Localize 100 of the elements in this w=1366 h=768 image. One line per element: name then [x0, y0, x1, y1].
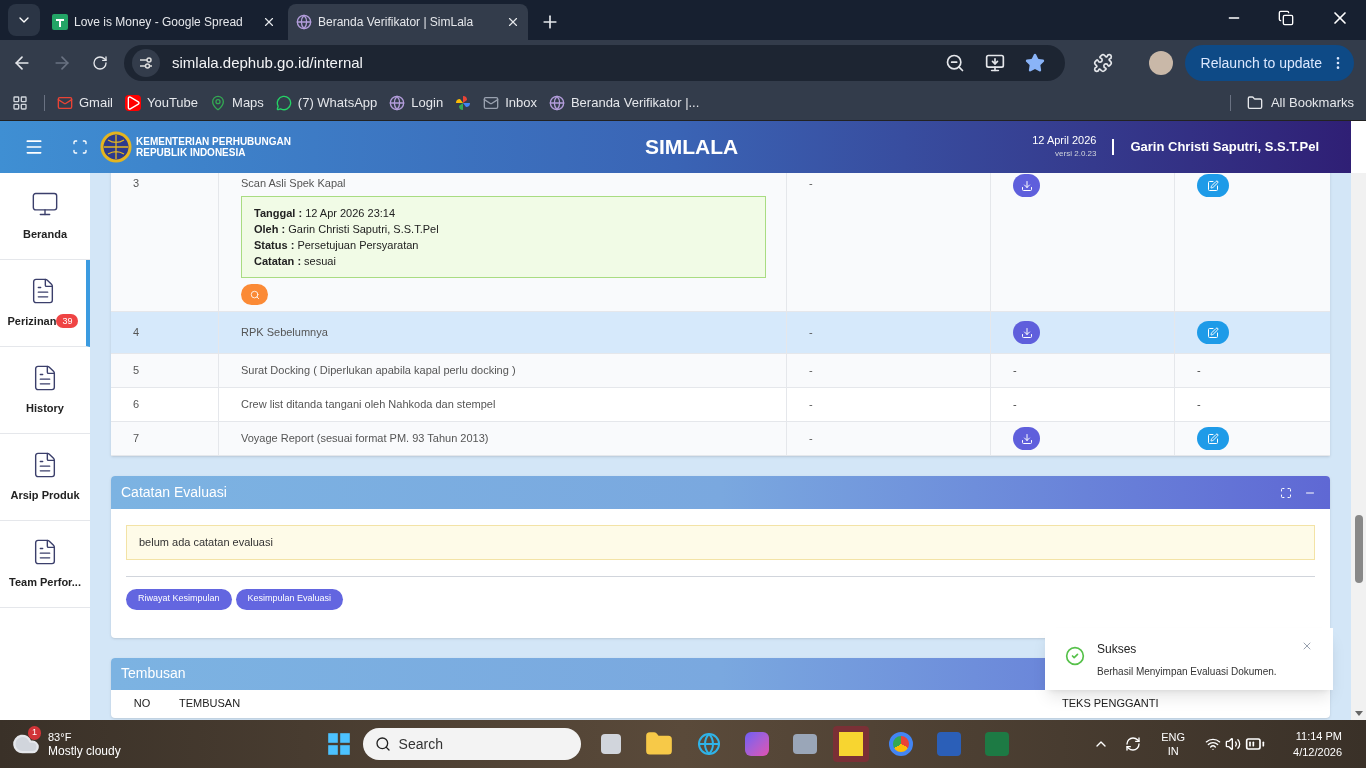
globe-icon — [548, 95, 565, 111]
expand-icon[interactable] — [1280, 486, 1292, 499]
document-name: RPK Sebelumnya — [241, 326, 328, 338]
sidebar-item[interactable]: Beranda — [0, 173, 90, 260]
tab-list-button[interactable] — [8, 4, 40, 36]
row-number: 7 — [133, 432, 140, 444]
column-header: TEKS PENGGANTI — [1062, 697, 1159, 710]
reload-icon[interactable] — [92, 55, 108, 71]
bookmark-item[interactable]: Maps — [210, 93, 264, 113]
browser-tab[interactable]: Beranda Verifikator | SimLala — [288, 4, 528, 40]
bookmark-item[interactable]: Beranda Verifikator |... — [548, 93, 700, 113]
app-version: versi 2.0.23 — [1055, 148, 1097, 160]
profile-avatar[interactable] — [1148, 51, 1173, 75]
weather-text: Mostly cloudy — [48, 744, 121, 758]
fullscreen-icon[interactable] — [72, 139, 88, 155]
table-cell: - — [809, 432, 813, 444]
note-line: Catatan : sesuai — [254, 254, 337, 269]
bookmark-item[interactable]: Inbox — [483, 93, 537, 113]
chrome-icon[interactable] — [888, 732, 913, 756]
card-title: Tembusan — [121, 664, 186, 683]
download-icon — [1020, 326, 1033, 339]
browser-tab[interactable]: Love is Money - Google Spread — [44, 4, 284, 40]
search-field[interactable]: Search — [362, 728, 581, 760]
edit-icon — [1207, 179, 1219, 192]
start-icon[interactable] — [326, 732, 351, 756]
search-icon — [249, 289, 260, 300]
download-icon — [1020, 432, 1033, 445]
globe-icon — [389, 95, 406, 111]
download-button[interactable] — [1013, 174, 1040, 197]
edit-button[interactable] — [1197, 427, 1229, 450]
action-button[interactable]: Riwayat Kesimpulan — [126, 588, 232, 610]
spreadsheet-icon — [52, 14, 68, 30]
all-bookmarks-button[interactable]: All Bookmarks — [1246, 93, 1354, 113]
success-icon — [1065, 646, 1085, 666]
sidebar-item[interactable]: Team Perfor... — [0, 521, 90, 608]
sidebar-label: Beranda — [23, 226, 67, 242]
wifi-icon[interactable] — [1205, 736, 1222, 752]
table-cell: - — [1197, 398, 1201, 410]
apps-icon[interactable] — [12, 95, 28, 111]
toast-message: Berhasil Menyimpan Evaluasi Dokumen. — [1097, 665, 1278, 679]
folder-icon[interactable] — [644, 730, 673, 758]
close-icon[interactable] — [262, 15, 276, 29]
column-header: NO — [133, 697, 151, 710]
sidebar-item[interactable]: History — [0, 347, 90, 434]
search-icon — [374, 736, 391, 752]
close-icon[interactable] — [506, 15, 520, 29]
edit-button[interactable] — [1197, 174, 1229, 197]
bookmark-item[interactable]: Login — [389, 93, 444, 113]
table-cell: - — [809, 326, 813, 338]
app-title: SIMLALA — [644, 134, 739, 161]
zoom-icon[interactable] — [944, 53, 965, 73]
sidebar-label: Perizinan — [7, 313, 57, 329]
ministry-logo-icon — [100, 131, 132, 163]
table-cell: - — [1013, 398, 1017, 410]
browser-icon[interactable] — [696, 732, 721, 756]
temperature: 83°F — [48, 730, 73, 744]
edit-button[interactable] — [1197, 321, 1229, 344]
restore-icon[interactable] — [1278, 10, 1294, 26]
ministry-name: REPUBLIK INDONESIA — [136, 147, 247, 158]
relaunch-button[interactable]: Relaunch to update — [1184, 45, 1354, 81]
table-cell: - — [809, 177, 813, 189]
user-name: Garin Christi Saputri, S.S.T.Pel — [1130, 138, 1319, 157]
evaluation-note: belum ada catatan evaluasi — [126, 525, 1315, 560]
notification-badge: 1 — [28, 726, 41, 740]
bookmark-item[interactable]: Gmail — [57, 93, 113, 113]
map-pin-icon — [210, 95, 227, 111]
language-indicator: ENG — [1161, 730, 1186, 744]
sidebar-label: Team Perfor... — [9, 574, 81, 590]
table-cell: - — [1197, 364, 1201, 376]
table-cell: - — [809, 364, 813, 376]
extensions-icon[interactable] — [1092, 53, 1113, 73]
sync-icon[interactable] — [1125, 736, 1142, 752]
ministry-name: KEMENTERIAN PERHUBUNGAN — [136, 136, 291, 147]
site-info-icon[interactable] — [132, 49, 160, 77]
bookmark-item[interactable]: YouTube — [124, 93, 199, 113]
document-name: Crew list ditanda tangani oleh Nahkoda dan stempel — [241, 398, 496, 410]
download-button[interactable] — [1013, 321, 1040, 344]
tab-title: Beranda Verifikator | SimLala — [318, 14, 475, 31]
note-line: Tanggal : 12 Apr 2026 23:14 — [254, 206, 397, 221]
pinwheel-icon[interactable] — [455, 95, 472, 111]
menu-icon[interactable] — [24, 137, 44, 157]
row-number: 5 — [133, 364, 140, 376]
download-icon — [1020, 179, 1033, 192]
chat-bubble-icon — [275, 95, 292, 111]
language-indicator: IN — [1167, 744, 1179, 758]
address-bar[interactable]: simlala.dephub.go.id/internal — [124, 45, 1065, 81]
card-title: Catatan Evaluasi — [121, 483, 228, 502]
play-icon — [124, 95, 141, 111]
star-icon[interactable] — [1024, 53, 1045, 73]
sidebar-item[interactable]: Perizinan 39 — [0, 260, 90, 347]
install-icon[interactable] — [984, 53, 1005, 73]
table-cell: - — [1013, 364, 1017, 376]
download-button[interactable] — [1013, 427, 1040, 450]
volume-icon[interactable] — [1225, 736, 1242, 752]
document-name: Surat Docking ( Diperlukan apabila kapal perlu docking ) — [241, 364, 516, 376]
sticky-notes-icon[interactable] — [832, 726, 869, 762]
action-button[interactable]: Kesimpulan Evaluasi — [235, 588, 344, 610]
bookmark-item[interactable]: (7) WhatsApp — [275, 93, 378, 113]
note-line: Oleh : Garin Christi Saputri, S.S.T.Pel — [254, 222, 440, 237]
sidebar-item[interactable]: Arsip Produk — [0, 434, 90, 521]
